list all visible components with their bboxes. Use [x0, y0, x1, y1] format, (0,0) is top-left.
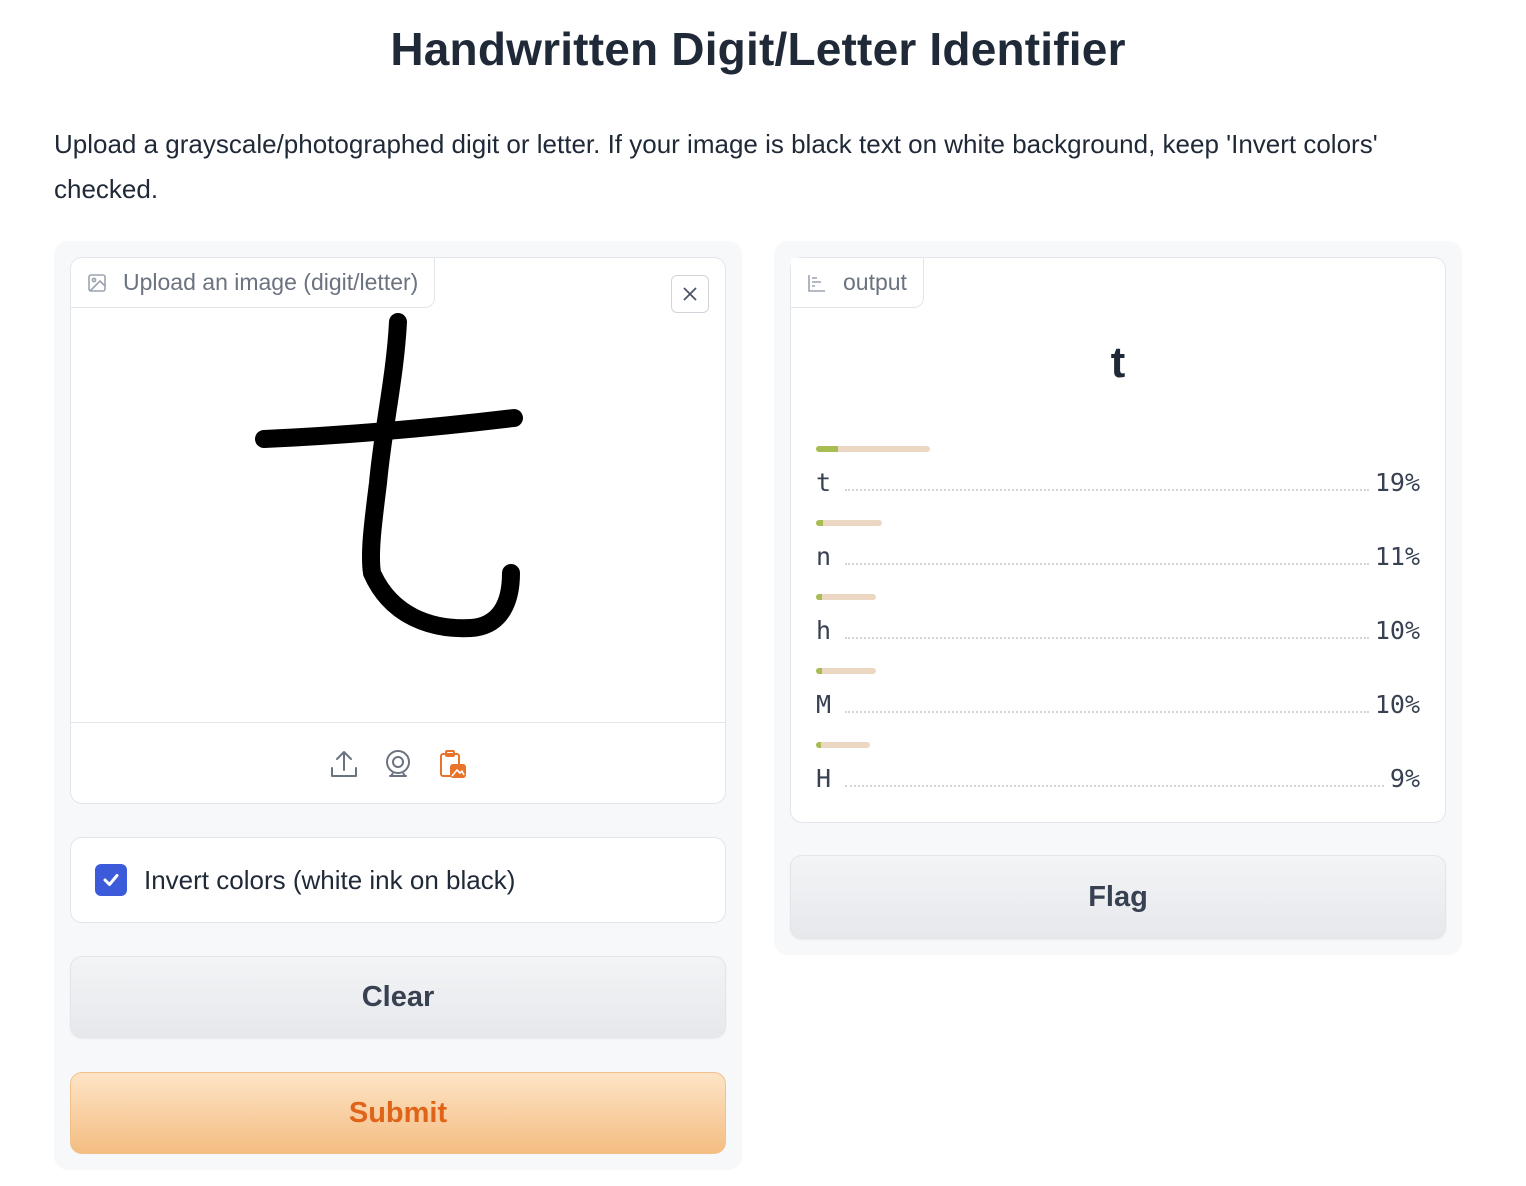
clipboard-paste-icon[interactable] [435, 747, 469, 781]
confidence-label: n [816, 541, 832, 571]
confidence-value: 9% [1389, 763, 1420, 793]
upload-icon[interactable] [327, 747, 361, 781]
output-column: output t t 19% n 11% h 10% M 10% H 9% Flag [774, 241, 1462, 955]
image-icon [88, 273, 106, 292]
submit-button[interactable]: Submit [70, 1072, 726, 1154]
confidence-bar [816, 446, 930, 452]
confidence-leader-dots [845, 489, 1369, 491]
input-column: Upload an image (digit/letter) Invert co… [54, 241, 742, 1170]
confidence-row: n 11% [816, 540, 1420, 572]
confidence-label: h [816, 615, 832, 645]
page-title: Handwritten Digit/Letter Identifier [390, 23, 1126, 75]
clear-button[interactable]: Clear [70, 956, 726, 1038]
confidence-bar-fill [816, 446, 838, 452]
uploaded-image [71, 308, 725, 722]
predicted-label: t [1110, 338, 1126, 387]
confidence-bar-fill [816, 520, 823, 526]
invert-colors-label[interactable]: Invert colors (white ink on black) [144, 865, 515, 896]
output-label-text: output [843, 269, 907, 295]
confidence-leader-dots [845, 563, 1369, 565]
confidence-leader-dots [845, 785, 1384, 787]
image-upload-label-text: Upload an image (digit/letter) [123, 269, 419, 295]
output-label: output [791, 258, 924, 308]
flag-button[interactable]: Flag [790, 855, 1446, 939]
handwritten-letter-drawing [255, 313, 523, 638]
image-source-bar [71, 722, 725, 803]
confidence-item: H 9% [816, 742, 1420, 816]
confidence-item: n 11% [816, 520, 1420, 594]
confidence-leader-dots [845, 637, 1369, 639]
confidence-label: M [816, 689, 832, 719]
confidence-item: M 10% [816, 668, 1420, 742]
confidence-leader-dots [845, 711, 1369, 713]
confidence-value: 10% [1374, 689, 1420, 719]
checkmark-icon [103, 874, 119, 886]
confidence-bar [816, 594, 876, 600]
confidence-bar [816, 668, 876, 674]
invert-colors-checkbox[interactable] [95, 864, 127, 896]
confidence-bar-fill [816, 594, 822, 600]
confidence-bar [816, 742, 870, 748]
confidence-item: t 19% [816, 446, 1420, 520]
image-upload-label: Upload an image (digit/letter) [71, 258, 436, 308]
confidence-bar [816, 520, 882, 526]
confidence-value: 10% [1374, 615, 1420, 645]
confidence-row: h 10% [816, 614, 1420, 646]
page-description: Upload a grayscale/photographed digit or… [54, 129, 1378, 204]
confidence-item: h 10% [816, 594, 1420, 668]
confidence-bar-fill [816, 668, 822, 674]
confidence-list: t 19% n 11% h 10% M 10% H 9% [816, 446, 1420, 816]
output-block: output t t 19% n 11% h 10% M 10% H 9% [790, 257, 1446, 823]
confidence-value: 11% [1374, 541, 1420, 571]
confidence-value: 19% [1374, 467, 1420, 497]
confidence-row: H 9% [816, 762, 1420, 794]
webcam-icon[interactable] [381, 747, 415, 781]
confidence-row: t 19% [816, 466, 1420, 498]
confidence-label: H [816, 763, 832, 793]
confidence-label: t [816, 467, 832, 497]
confidence-bar-fill [816, 742, 821, 748]
confidence-row: M 10% [816, 688, 1420, 720]
image-upload-block[interactable]: Upload an image (digit/letter) [70, 257, 726, 804]
close-icon [683, 287, 697, 301]
invert-colors-block: Invert colors (white ink on black) [70, 837, 726, 923]
bar-chart-icon [808, 274, 825, 292]
